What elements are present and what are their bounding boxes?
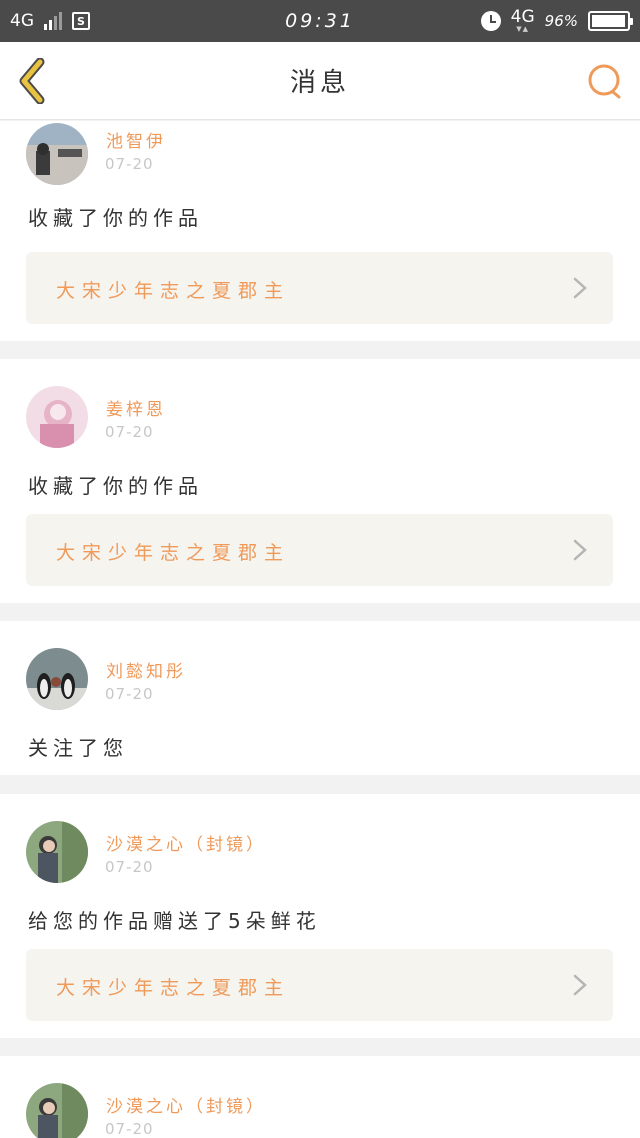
list-item: 沙漠之心（封镜） 07-20 [0,1056,640,1138]
chevron-right-icon [573,539,587,561]
search-icon[interactable] [586,62,624,100]
work-link[interactable]: 大宋少年志之夏郡主 [26,252,613,324]
avatar[interactable] [26,1083,88,1138]
chevron-right-icon [573,974,587,996]
user-name[interactable]: 沙漠之心（封镜） [106,1092,266,1117]
alarm-icon [480,11,501,31]
page-title: 消息 [289,68,350,98]
message-date: 07-20 [105,1120,154,1138]
status-bar: 4G S 09:31 4G ▼▲ 96% [0,0,640,42]
signal-icon [44,12,62,30]
avatar[interactable] [26,123,88,185]
message-date: 07-20 [105,155,154,173]
nav-bar: 消息 [0,42,640,120]
list-item: 池智伊 07-20 收藏了你的作品 大宋少年志之夏郡主 [0,121,640,341]
network-type-right: 4G ▼▲ [510,7,535,33]
message-date: 07-20 [105,685,154,703]
battery-percent: 96% [544,12,578,30]
avatar[interactable] [26,386,88,448]
sim-icon: S [72,12,90,30]
message-date: 07-20 [105,858,154,876]
message-text: 收藏了你的作品 [28,474,203,498]
user-name[interactable]: 刘懿知彤 [106,657,186,682]
work-link[interactable]: 大宋少年志之夏郡主 [26,514,613,586]
battery-level [592,15,625,27]
status-right: 4G ▼▲ 96% [480,7,633,33]
chevron-right-icon [573,277,587,299]
list-item: 刘懿知彤 07-20 关注了您 [0,621,640,775]
message-text: 关注了您 [28,736,128,760]
work-title: 大宋少年志之夏郡主 [56,542,291,564]
work-title: 大宋少年志之夏郡主 [56,977,291,999]
message-list: 池智伊 07-20 收藏了你的作品 大宋少年志之夏郡主 姜梓恩 07-20 收藏… [0,121,640,1138]
message-text: 收藏了你的作品 [28,206,203,230]
list-item: 沙漠之心（封镜） 07-20 给您的作品赠送了5朵鲜花 大宋少年志之夏郡主 [0,794,640,1038]
user-name[interactable]: 姜梓恩 [106,395,166,420]
message-date: 07-20 [105,423,154,441]
avatar[interactable] [26,648,88,710]
message-text: 给您的作品赠送了5朵鲜花 [28,909,321,933]
battery-icon [588,11,633,31]
user-name[interactable]: 池智伊 [106,127,166,152]
work-title: 大宋少年志之夏郡主 [56,280,291,302]
work-link[interactable]: 大宋少年志之夏郡主 [26,949,613,1021]
back-arrow-icon[interactable] [16,58,52,104]
user-name[interactable]: 沙漠之心（封镜） [106,830,266,855]
status-left: 4G S [10,11,90,31]
avatar[interactable] [26,821,88,883]
network-type-left: 4G [10,11,34,31]
list-item: 姜梓恩 07-20 收藏了你的作品 大宋少年志之夏郡主 [0,359,640,603]
